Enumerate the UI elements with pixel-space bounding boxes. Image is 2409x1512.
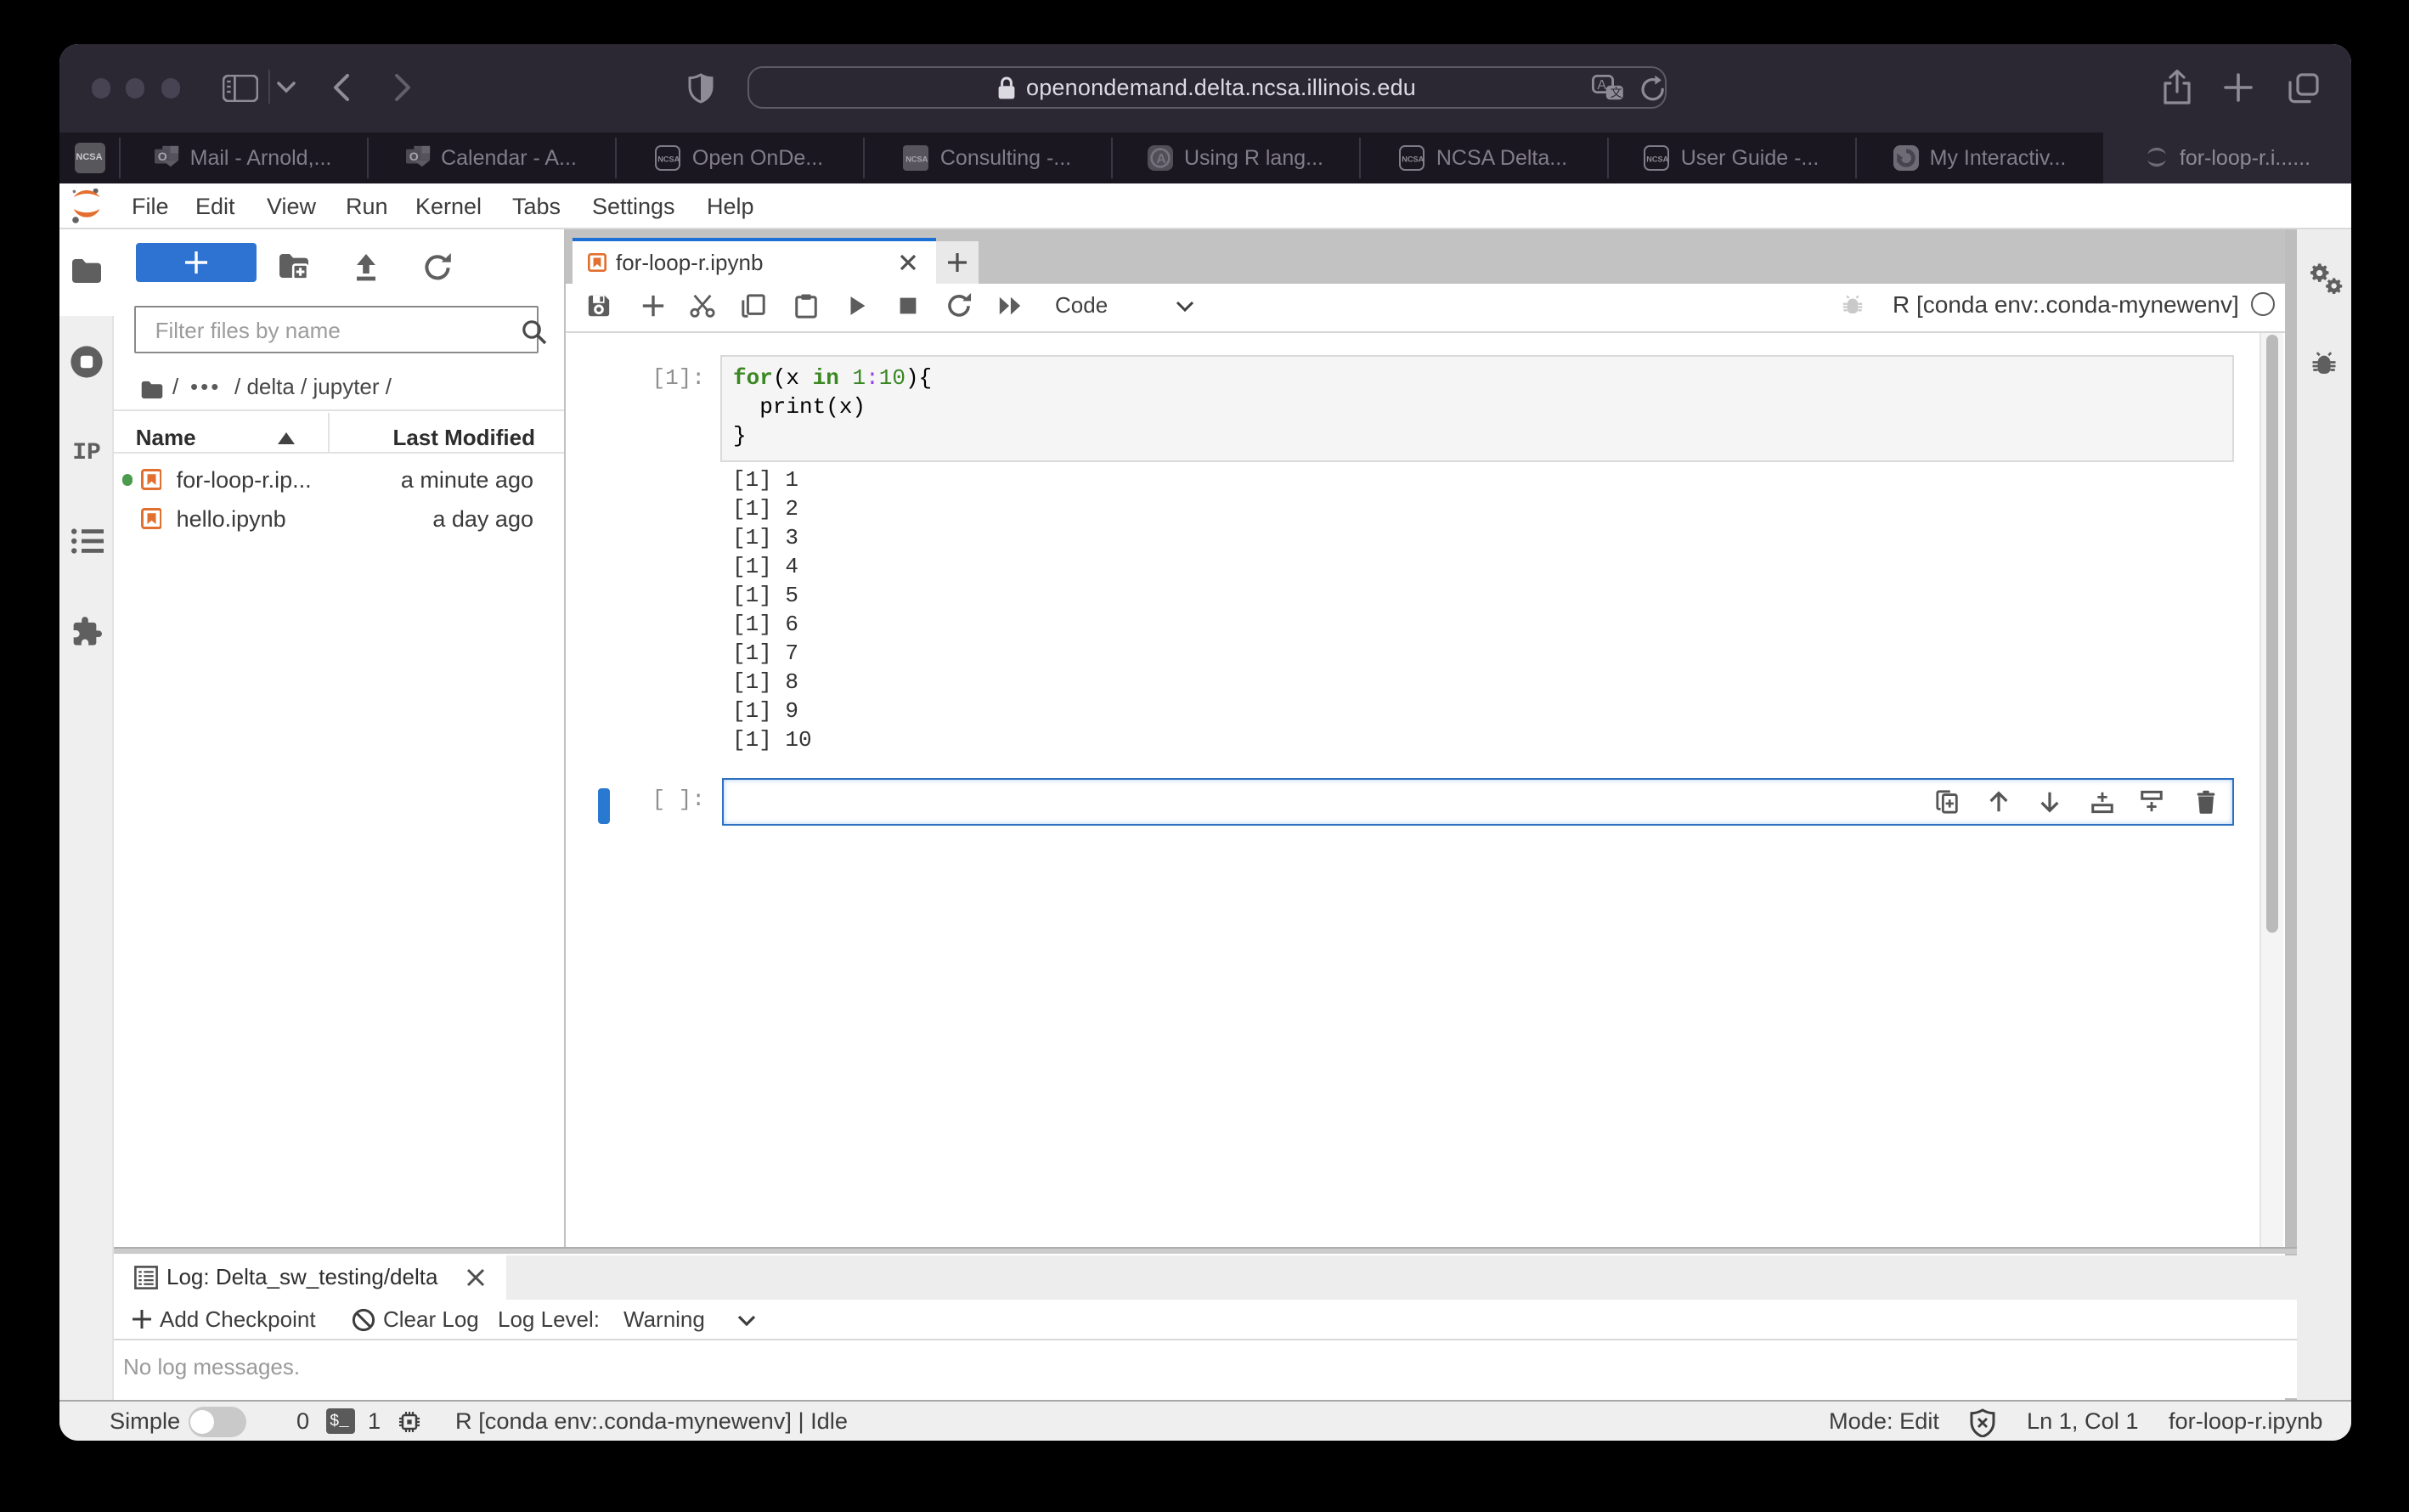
svg-text:A: A — [1156, 151, 1166, 166]
svg-text:文: 文 — [1611, 86, 1622, 99]
svg-text:A: A — [1597, 78, 1606, 93]
svg-text:NCSA: NCSA — [658, 155, 680, 163]
svg-text:NCSA: NCSA — [1647, 155, 1669, 163]
svg-text:NCSA: NCSA — [1402, 155, 1425, 163]
svg-text:NCSA: NCSA — [906, 155, 928, 163]
